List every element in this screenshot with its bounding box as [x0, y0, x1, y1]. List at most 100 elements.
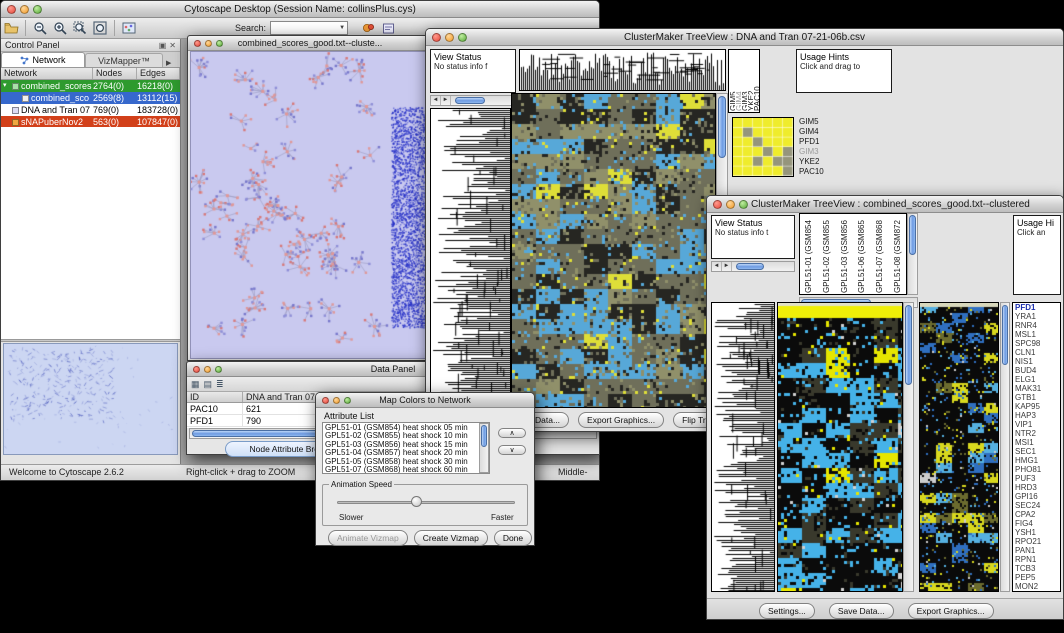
global-heatmap[interactable]: [511, 93, 716, 408]
gene-label[interactable]: YRA1: [1013, 312, 1060, 321]
move-down-button[interactable]: ∨: [498, 445, 526, 455]
gene-label[interactable]: KAP95: [1013, 402, 1060, 411]
vizmap-icon[interactable]: [358, 20, 378, 37]
label-vscrollbar[interactable]: [907, 213, 918, 295]
vscroll-thumb[interactable]: [481, 425, 487, 447]
status-hscrollbar[interactable]: ◄ ►: [430, 95, 516, 106]
zoom-selected-icon[interactable]: [70, 20, 90, 37]
vscroll-thumb[interactable]: [909, 215, 916, 255]
search-input[interactable]: ▼: [270, 21, 348, 35]
zoom-fit-icon[interactable]: [90, 20, 110, 37]
col-id[interactable]: ID: [187, 392, 243, 402]
close-panel-icon[interactable]: ✕: [169, 41, 180, 50]
panel-splitter[interactable]: [1, 339, 180, 342]
vscroll-thumb[interactable]: [718, 96, 726, 158]
zoom-in-icon[interactable]: [50, 20, 70, 37]
gene-label[interactable]: RPO21: [1013, 537, 1060, 546]
gene-label[interactable]: ELG1: [1013, 375, 1060, 384]
gene-label[interactable]: MSI1: [1013, 438, 1060, 447]
gene-label[interactable]: PEP5: [1013, 573, 1060, 582]
gene-label[interactable]: GPI16: [1013, 492, 1060, 501]
col-nodes[interactable]: Nodes: [93, 68, 137, 79]
vscroll-thumb[interactable]: [1002, 305, 1008, 365]
zoom-button[interactable]: [739, 200, 748, 209]
network-table-header[interactable]: Network Nodes Edges: [1, 68, 180, 80]
zoom-button[interactable]: [344, 397, 351, 404]
gene-label[interactable]: HAP3: [1013, 411, 1060, 420]
gene-label[interactable]: PAN1: [1013, 546, 1060, 555]
close-button[interactable]: [322, 397, 329, 404]
export-graphics-button[interactable]: Export Graphics...: [578, 412, 664, 428]
gene-label[interactable]: PHO81: [1013, 465, 1060, 474]
attribute-list-vscrollbar[interactable]: [479, 423, 489, 473]
create-vizmap-button[interactable]: Create Vizmap: [414, 530, 488, 546]
network-view-titlebar[interactable]: combined_scores_good.txt--cluste...: [188, 36, 432, 51]
minimize-button[interactable]: [205, 40, 212, 47]
gene-label[interactable]: SEC1: [1013, 447, 1060, 456]
treeview2-titlebar[interactable]: ClusterMaker TreeView : combined_scores_…: [707, 196, 1063, 213]
gene-label[interactable]: CLN1: [1013, 348, 1060, 357]
attribute-list[interactable]: GPL51-01 (GSM854) heat shock 05 minGPL51…: [322, 422, 490, 474]
minimize-button[interactable]: [726, 200, 735, 209]
gene-label[interactable]: YSH1: [1013, 528, 1060, 537]
gene-label[interactable]: HRD3: [1013, 483, 1060, 492]
gene-label[interactable]: MON2: [1013, 582, 1060, 591]
col-edges[interactable]: Edges: [137, 68, 180, 79]
minimize-button[interactable]: [333, 397, 340, 404]
hscroll-thumb[interactable]: [736, 263, 764, 270]
global-heatmap[interactable]: [777, 302, 903, 592]
zoom-button[interactable]: [33, 5, 42, 14]
settings-button[interactable]: Settings...: [759, 603, 815, 619]
gene-label[interactable]: PUF3: [1013, 474, 1060, 483]
dialog-titlebar[interactable]: Map Colors to Network: [316, 393, 534, 408]
scroll-left-icon[interactable]: ◄: [431, 96, 441, 105]
gene-name-list[interactable]: PFD1YRA1RNR4MSL1SPC98CLN1NIS1BUD4ELG1MAK…: [1012, 302, 1061, 592]
treeview1-titlebar[interactable]: ClusterMaker TreeView : DNA and Tran 07-…: [426, 29, 1063, 46]
gene-label[interactable]: HMG1: [1013, 456, 1060, 465]
col-network[interactable]: Network: [1, 68, 93, 79]
zoom-out-icon[interactable]: [30, 20, 50, 37]
gene-label[interactable]: GTB1: [1013, 393, 1060, 402]
zoom-heatmap[interactable]: [919, 302, 999, 592]
speed-slider-track[interactable]: [337, 501, 515, 504]
open-session-icon[interactable]: [1, 20, 21, 37]
network-row[interactable]: DNA and Tran 07769(0)183728(0): [1, 104, 180, 116]
gene-label[interactable]: VIP1: [1013, 420, 1060, 429]
gene-label[interactable]: RNR4: [1013, 321, 1060, 330]
gene-label[interactable]: SPC98: [1013, 339, 1060, 348]
zoom-heatmap[interactable]: [732, 117, 794, 177]
create-attribute-icon[interactable]: ▤: [204, 379, 213, 390]
gene-label[interactable]: BUD4: [1013, 366, 1060, 375]
close-button[interactable]: [194, 40, 201, 47]
gene-label[interactable]: MSL1: [1013, 330, 1060, 339]
status-hscrollbar[interactable]: ◄ ►: [711, 261, 795, 272]
zoom-button[interactable]: [216, 40, 223, 47]
scroll-right-icon[interactable]: ►: [441, 96, 451, 105]
heatmap-vscrollbar[interactable]: [903, 302, 914, 592]
tab-overflow-icon[interactable]: ▶: [166, 59, 171, 67]
gene-label[interactable]: SEC24: [1013, 501, 1060, 510]
gene-label[interactable]: NTR2: [1013, 429, 1060, 438]
close-button[interactable]: [432, 33, 441, 42]
select-attributes-icon[interactable]: ▦: [191, 379, 200, 390]
expand-icon[interactable]: ▾: [3, 80, 10, 92]
save-data-button[interactable]: Save Data...: [829, 603, 894, 619]
hscroll-thumb[interactable]: [455, 97, 485, 104]
tab-network[interactable]: Network: [1, 52, 85, 67]
network-row[interactable]: ▾combined_scores2764(0)16218(0): [1, 80, 180, 92]
zoom-button[interactable]: [215, 366, 222, 373]
attribute-item[interactable]: GPL51-07 (GSM868) heat shock 60 min: [325, 466, 478, 474]
minimize-button[interactable]: [204, 366, 211, 373]
gene-label[interactable]: PFD1: [1013, 303, 1060, 312]
animate-vizmap-button[interactable]: Animate Vizmap: [328, 530, 408, 546]
scroll-right-icon[interactable]: ►: [722, 262, 732, 271]
tab-vizmapper[interactable]: VizMapper™: [85, 53, 163, 67]
column-dendrogram[interactable]: [519, 49, 726, 91]
close-button[interactable]: [713, 200, 722, 209]
close-button[interactable]: [193, 366, 200, 373]
network-canvas[interactable]: [190, 51, 430, 359]
done-button[interactable]: Done: [494, 530, 532, 546]
zoom-button[interactable]: [458, 33, 467, 42]
gene-label[interactable]: FIG4: [1013, 519, 1060, 528]
gene-label[interactable]: CPA2: [1013, 510, 1060, 519]
